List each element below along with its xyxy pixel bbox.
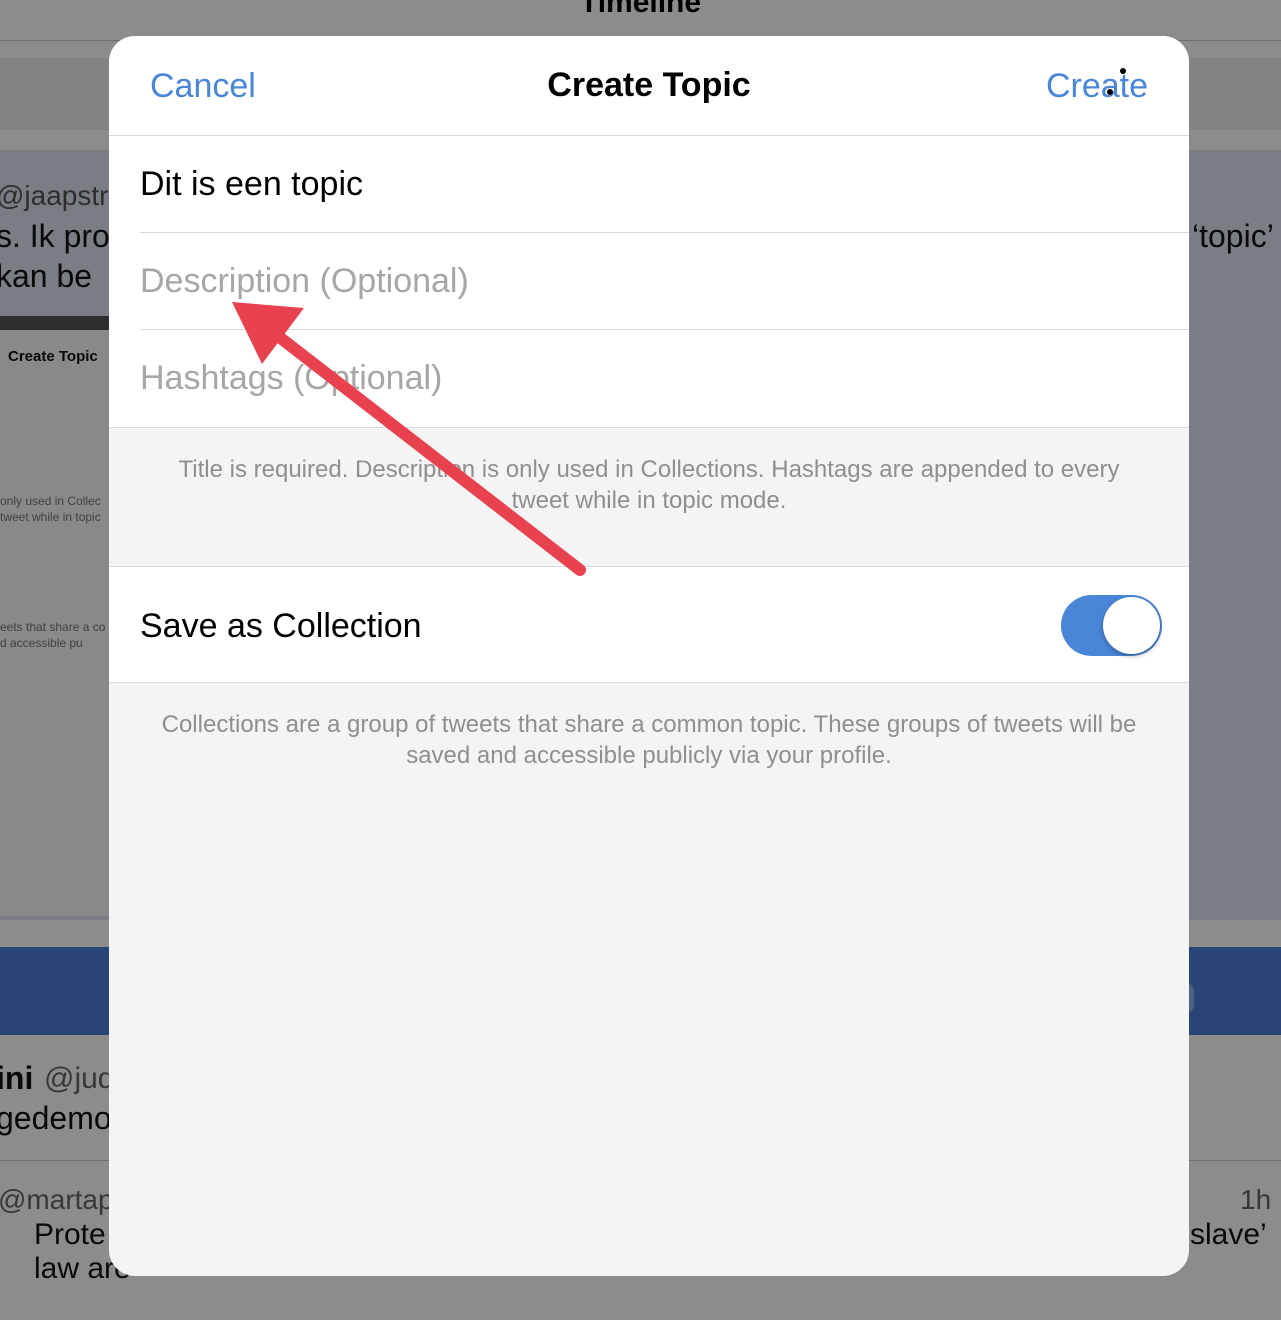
save-collection-row: Save as Collection	[109, 566, 1189, 683]
topic-form: Dit is een topic Description (Optional) …	[109, 136, 1189, 428]
touch-indicator	[1107, 89, 1113, 95]
title-field[interactable]: Dit is een topic	[140, 136, 1189, 233]
toggle-knob	[1103, 597, 1160, 654]
hashtags-field[interactable]: Hashtags (Optional)	[140, 330, 1189, 427]
create-button[interactable]: Create	[1046, 67, 1148, 106]
save-collection-label: Save as Collection	[140, 607, 422, 645]
create-topic-modal: Cancel Create Topic Create Dit is een to…	[109, 36, 1189, 1276]
description-field[interactable]: Description (Optional)	[140, 233, 1189, 330]
fields-help-text: Title is required. Description is only u…	[178, 456, 1120, 514]
modal-title: Create Topic	[547, 66, 751, 104]
save-collection-toggle[interactable]	[1061, 595, 1162, 656]
collection-help-text: Collections are a group of tweets that s…	[161, 711, 1137, 769]
touch-indicator	[1120, 68, 1126, 74]
modal-navbar: Cancel Create Topic Create	[109, 36, 1189, 136]
